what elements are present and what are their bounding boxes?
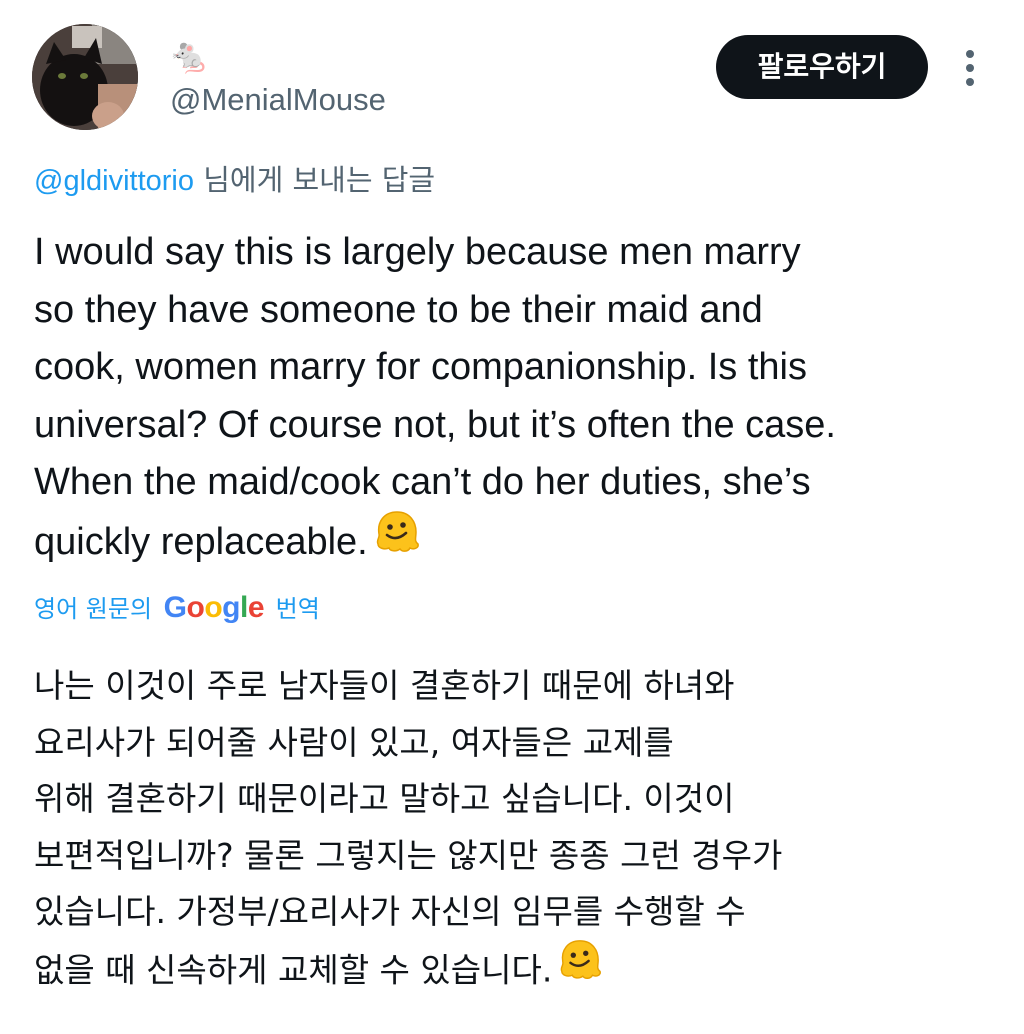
translation-attribution[interactable]: 영어 원문의 Google 번역 xyxy=(34,588,320,629)
more-options-button[interactable] xyxy=(955,46,985,90)
tweet-text-line: When the maid/cook can’t do her duties, … xyxy=(34,461,811,503)
vertical-ellipsis-icon-dot xyxy=(966,78,974,86)
translated-text-line-last: 없을 때 신속하게 교체할 수 있습니다. xyxy=(34,939,994,1003)
translated-text-line: 나는 이것이 주로 남자들이 결혼하기 때문에 하녀와 xyxy=(34,666,735,705)
reply-context-suffix: 님에게 보내는 답글 xyxy=(194,163,436,197)
google-logo: Google xyxy=(163,591,265,624)
translation-prefix: 영어 원문의 xyxy=(34,595,153,623)
translated-text-line: 요리사가 되어줄 사람이 있고, 여자들은 교제를 xyxy=(34,722,674,762)
reply-mention-link[interactable]: @gldivittorio xyxy=(34,165,194,197)
display-name[interactable]: 🐁 xyxy=(168,36,210,76)
tweet-text-line: cook, women marry for companionship. Is … xyxy=(34,346,807,388)
tweet-text-line: quickly replaceable. xyxy=(34,520,368,563)
tweet-text-line-last: quickly replaceable. xyxy=(34,510,994,576)
translated-text-line: 없을 때 신속하게 교체할 수 있습니다. xyxy=(34,949,553,989)
translated-text-line: 보편적입니까? 물론 그렇지는 않지만 종종 그런 경우가 xyxy=(34,835,783,875)
translation-suffix: 번역 xyxy=(275,595,320,623)
tweet-text-line: so they have someone to be their maid an… xyxy=(34,288,763,331)
reply-context: @gldivittorio 님에게 보내는 답글 xyxy=(34,160,435,201)
follow-button[interactable]: 팔로우하기 xyxy=(716,35,928,99)
translated-text-line: 있습니다. 가정부/요리사가 자신의 임무를 수행할 수 xyxy=(34,892,746,931)
melting-face-emoji-icon xyxy=(374,508,420,572)
tweet-text-line: universal? Of course not, but it’s often… xyxy=(34,403,836,446)
tweet-text-line: I would say this is largely because men … xyxy=(34,231,801,273)
cat-photo-avatar xyxy=(32,24,138,130)
vertical-ellipsis-icon xyxy=(966,50,974,58)
avatar[interactable] xyxy=(32,24,138,130)
tweet-text: I would say this is largely because men … xyxy=(34,224,994,575)
user-handle[interactable]: @MenialMouse xyxy=(170,80,386,120)
tweet-card: 🐁 @MenialMouse 팔로우하기 @gldivittorio 님에게 보… xyxy=(0,0,1024,1034)
translated-text-line: 위해 결혼하기 때문이라고 말하고 싶습니다. 이것이 xyxy=(34,779,735,818)
melting-face-emoji-icon xyxy=(558,937,602,999)
vertical-ellipsis-icon-dot xyxy=(966,64,974,72)
translated-text: 나는 이것이 주로 남자들이 결혼하기 때문에 하녀와 요리사가 되어줄 사람이… xyxy=(34,658,994,1002)
